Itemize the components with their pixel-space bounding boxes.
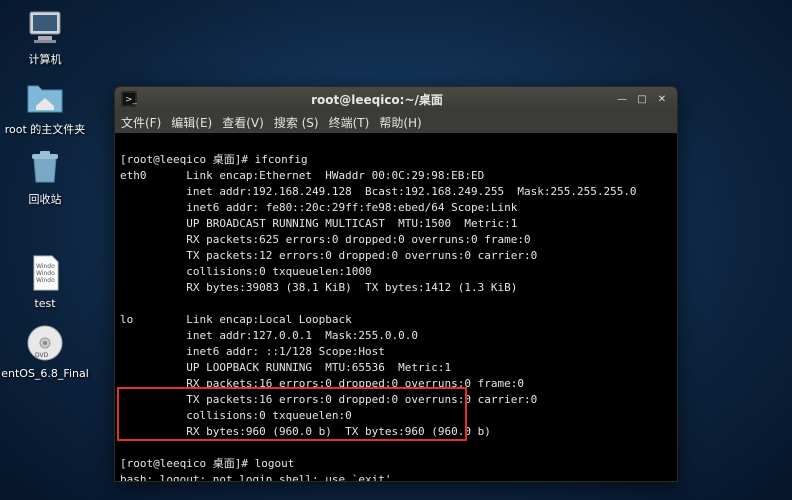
terminal-line: RX bytes:39083 (38.1 KiB) TX bytes:1412 … <box>120 281 517 294</box>
terminal-line: eth0 Link encap:Ethernet HWaddr 00:0C:29… <box>120 169 484 182</box>
terminal-line: RX packets:16 errors:0 dropped:0 overrun… <box>120 377 524 390</box>
terminal-line: bash: logout: not login shell: use `exit… <box>120 473 392 481</box>
menu-search[interactable]: 搜索 (S) <box>274 114 319 131</box>
terminal-line: inet6 addr: ::1/128 Scope:Host <box>120 345 385 358</box>
maximize-button[interactable]: □ <box>633 91 651 107</box>
desktop-icon-home[interactable]: root 的主文件夹 <box>10 76 80 137</box>
desktop-icon-iso[interactable]: DVD entOS_6.8_Final <box>10 322 80 380</box>
terminal-line: collisions:0 txqueuelen:1000 <box>120 265 372 278</box>
desktop-icon-label: test <box>34 297 55 310</box>
close-button[interactable]: ✕ <box>653 91 671 107</box>
terminal-line <box>120 441 127 454</box>
terminal-line: UP BROADCAST RUNNING MULTICAST MTU:1500 … <box>120 217 517 230</box>
terminal-line: inet addr:127.0.0.1 Mask:255.0.0.0 <box>120 329 418 342</box>
menu-terminal[interactable]: 终端(T) <box>329 114 370 131</box>
desktop-icon-label: entOS_6.8_Final <box>1 367 89 380</box>
menu-edit[interactable]: 编辑(E) <box>171 114 212 131</box>
terminal-body[interactable]: [root@leeqico 桌面]# ifconfig eth0 Link en… <box>115 133 677 481</box>
desktop-icon-label: 计算机 <box>29 51 62 67</box>
desktop-icon-trash[interactable]: 回收站 <box>10 146 80 207</box>
computer-icon <box>24 6 66 48</box>
terminal-line <box>120 297 127 310</box>
disc-icon: DVD <box>24 322 66 364</box>
menu-file[interactable]: 文件(F) <box>121 114 161 131</box>
terminal-line: inet6 addr: fe80::20c:29ff:fe98:ebed/64 … <box>120 201 517 214</box>
terminal-line: lo Link encap:Local Loopback <box>120 313 352 326</box>
desktop-icon-label: root 的主文件夹 <box>5 121 86 137</box>
menu-view[interactable]: 查看(V) <box>222 114 264 131</box>
terminal-line: TX packets:12 errors:0 dropped:0 overrun… <box>120 249 537 262</box>
terminal-icon: >_ <box>121 91 137 107</box>
menu-help[interactable]: 帮助(H) <box>379 114 421 131</box>
terminal-line: [root@leeqico 桌面]# logout <box>120 457 294 470</box>
window-title: root@leeqico:~/桌面 <box>143 91 611 108</box>
svg-text:>_: >_ <box>125 95 137 105</box>
window-menubar: 文件(F) 编辑(E) 查看(V) 搜索 (S) 终端(T) 帮助(H) <box>115 111 677 133</box>
terminal-line: collisions:0 txqueuelen:0 <box>120 409 352 422</box>
svg-text:Windo: Windo <box>36 277 55 284</box>
svg-text:Windo: Windo <box>36 263 55 270</box>
text-file-icon: WindoWindoWindo <box>24 252 66 294</box>
window-titlebar[interactable]: >_ root@leeqico:~/桌面 — □ ✕ <box>115 87 677 111</box>
desktop-icon-label: 回收站 <box>29 191 62 207</box>
svg-text:DVD: DVD <box>35 352 49 359</box>
terminal-line: inet addr:192.168.249.128 Bcast:192.168.… <box>120 185 637 198</box>
terminal-line: TX packets:16 errors:0 dropped:0 overrun… <box>120 393 537 406</box>
home-folder-icon <box>24 76 66 118</box>
desktop-icon-computer[interactable]: 计算机 <box>10 6 80 67</box>
terminal-window: >_ root@leeqico:~/桌面 — □ ✕ 文件(F) 编辑(E) 查… <box>114 86 678 482</box>
svg-text:Windo: Windo <box>36 270 55 277</box>
minimize-button[interactable]: — <box>613 91 631 107</box>
terminal-line: RX packets:625 errors:0 dropped:0 overru… <box>120 233 531 246</box>
terminal-line: [root@leeqico 桌面]# ifconfig <box>120 153 308 166</box>
terminal-line: UP LOOPBACK RUNNING MTU:65536 Metric:1 <box>120 361 451 374</box>
desktop-icon-test[interactable]: WindoWindoWindo test <box>10 252 80 310</box>
trash-icon <box>24 146 66 188</box>
terminal-line: RX bytes:960 (960.0 b) TX bytes:960 (960… <box>120 425 491 438</box>
